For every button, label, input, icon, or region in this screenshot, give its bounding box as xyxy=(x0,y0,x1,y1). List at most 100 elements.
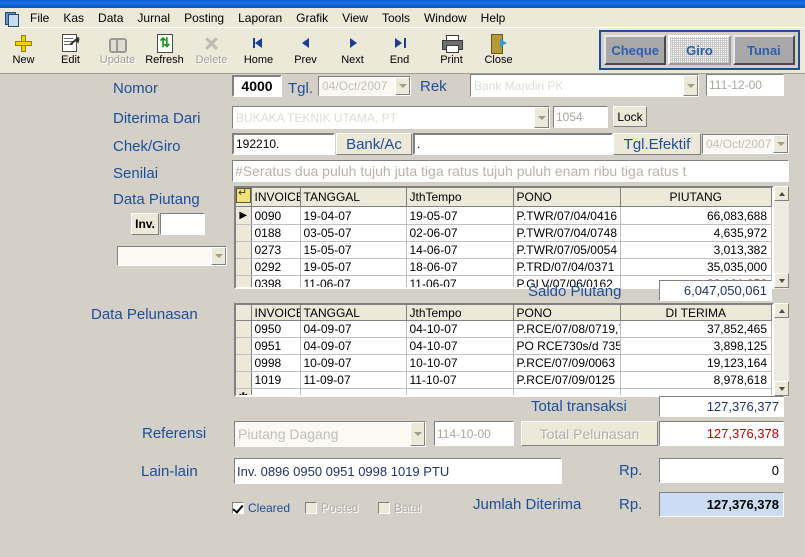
next-record-icon xyxy=(345,32,361,54)
print-button[interactable]: Print xyxy=(428,29,475,71)
referensi-account-field[interactable]: 114-10-00 xyxy=(434,421,514,446)
col-invoice[interactable]: INVOICE xyxy=(251,305,301,321)
close-button[interactable]: Close xyxy=(475,29,522,71)
scroll-down-icon[interactable] xyxy=(774,273,789,288)
chevron-down-icon[interactable] xyxy=(773,135,788,153)
new-button[interactable]: New xyxy=(0,29,47,71)
cell-pono[interactable] xyxy=(513,388,621,395)
tgl-date-picker[interactable]: 04/Oct/2007 xyxy=(318,76,411,96)
table-row[interactable]: 1019 11-09-07 11-10-07 P.RCE/07/09/0125 … xyxy=(236,371,772,389)
row-marker[interactable] xyxy=(236,258,252,276)
end-button[interactable]: End xyxy=(376,29,423,71)
piutang-filter-combo[interactable] xyxy=(117,246,227,266)
row-marker[interactable] xyxy=(236,337,252,355)
grid-select-all-box[interactable] xyxy=(236,305,252,321)
pelunasan-table-scrollbar[interactable] xyxy=(774,303,789,397)
pelunasan-table[interactable]: INVOICE TANGGAL JthTempo PONO DI TERIMA … xyxy=(234,303,774,397)
diterima-dari-combo[interactable]: BUKAKA TEKNIK UTAMA, PT xyxy=(232,106,550,129)
lock-button[interactable]: Lock xyxy=(613,106,647,127)
row-marker[interactable]: ▶ xyxy=(236,206,252,225)
col-piutang[interactable]: PIUTANG xyxy=(620,188,772,207)
rek-account-field[interactable]: 111-12-00 xyxy=(706,74,784,96)
menu-item-posting[interactable]: Posting xyxy=(177,9,231,27)
lain-lain-input[interactable]: Inv. 0896 0950 0951 0998 1019 PTU xyxy=(234,458,562,484)
menu-item-help[interactable]: Help xyxy=(474,9,513,27)
col-invoice[interactable]: INVOICE xyxy=(251,188,301,207)
mode-tunai-button[interactable]: Tunai xyxy=(732,35,795,65)
bank-ac-input[interactable]: . xyxy=(413,133,613,155)
col-tanggal[interactable]: TANGGAL xyxy=(300,188,407,207)
delete-button-label: Delete xyxy=(195,54,228,66)
row-marker[interactable] xyxy=(236,354,252,372)
chevron-down-icon[interactable] xyxy=(534,107,549,128)
menu-item-window[interactable]: Window xyxy=(417,9,474,27)
rek-bank-combo[interactable]: Bank Mandiri PK xyxy=(470,74,699,97)
referensi-combo[interactable]: Piutang Dagang xyxy=(234,421,426,447)
table-row[interactable]: 0188 03-05-07 02-06-07 P.TWR/07/04/0748 … xyxy=(236,224,772,242)
home-button[interactable]: Home xyxy=(235,29,282,71)
menu-item-grafik[interactable]: Grafik xyxy=(289,9,335,27)
cell-tanggal: 04-09-07 xyxy=(300,337,407,355)
window-system-icon[interactable] xyxy=(3,10,19,27)
refresh-button[interactable]: ⇅ Refresh xyxy=(141,29,188,71)
system-icon-page-front xyxy=(8,14,19,27)
cell-invoice: 0273 xyxy=(251,241,301,259)
tgl-efektif-date-picker[interactable]: 04/Oct/2007 xyxy=(702,134,789,154)
chevron-down-icon[interactable] xyxy=(683,75,698,96)
chevron-down-icon[interactable] xyxy=(395,77,410,95)
col-pono[interactable]: PONO xyxy=(513,305,621,321)
col-pono[interactable]: PONO xyxy=(513,188,621,207)
row-marker[interactable] xyxy=(236,241,252,259)
col-tanggal[interactable]: TANGGAL xyxy=(300,305,407,321)
senilai-terbilang-input[interactable]: #Seratus dua puluh tujuh juta tiga ratus… xyxy=(232,160,789,182)
cell-tanggal[interactable] xyxy=(300,388,407,395)
inv-input[interactable] xyxy=(160,213,205,235)
cell-invoice[interactable] xyxy=(251,388,301,395)
menu-item-tools[interactable]: Tools xyxy=(375,9,417,27)
chek-giro-input[interactable]: 192210. xyxy=(232,133,335,155)
mode-cheque-button[interactable]: Cheque xyxy=(604,35,667,65)
table-row[interactable]: 0951 04-09-07 04-10-07 PO RCE730s/d 735,… xyxy=(236,337,772,355)
new-row-marker[interactable]: ✱ xyxy=(236,388,252,395)
row-marker[interactable] xyxy=(236,275,252,287)
grid-select-all-box[interactable] xyxy=(236,188,252,207)
nomor-input[interactable]: 4000 xyxy=(232,75,282,97)
rp-input[interactable]: 0 xyxy=(659,458,784,483)
table-row[interactable]: 0998 10-09-07 10-10-07 P.RCE/07/09/0063 … xyxy=(236,354,772,372)
menu-item-kas[interactable]: Kas xyxy=(56,9,91,27)
table-row[interactable]: 0292 19-05-07 18-06-07 P.TRD/07/04/0371 … xyxy=(236,258,772,276)
scroll-down-icon[interactable] xyxy=(774,381,789,396)
prev-button[interactable]: Prev xyxy=(282,29,329,71)
row-marker[interactable] xyxy=(236,320,252,338)
row-marker[interactable] xyxy=(236,224,252,242)
piutang-table[interactable]: INVOICE TANGGAL JthTempo PONO PIUTANG ▶ … xyxy=(234,186,774,289)
cell-jthtempo[interactable] xyxy=(406,388,514,395)
menu-item-data[interactable]: Data xyxy=(91,9,130,27)
chevron-down-icon[interactable] xyxy=(410,422,425,446)
menu-item-view[interactable]: View xyxy=(335,9,375,27)
scroll-up-icon[interactable] xyxy=(774,186,789,201)
row-marker[interactable] xyxy=(236,371,252,389)
col-diterima[interactable]: DI TERIMA xyxy=(620,305,772,321)
col-jthtempo[interactable]: JthTempo xyxy=(406,305,514,321)
menu-item-jurnal[interactable]: Jurnal xyxy=(130,9,177,27)
scroll-track[interactable] xyxy=(774,318,789,381)
scroll-up-icon[interactable] xyxy=(774,303,789,318)
chevron-down-icon[interactable] xyxy=(211,247,226,265)
table-row[interactable]: ▶ 0090 19-04-07 19-05-07 P.TWR/07/04/041… xyxy=(236,206,772,225)
piutang-table-scrollbar[interactable] xyxy=(774,186,789,289)
col-jthtempo[interactable]: JthTempo xyxy=(406,188,514,207)
refresh-button-label: Refresh xyxy=(145,54,184,66)
edit-button[interactable]: Edit xyxy=(47,29,94,71)
batal-checkbox: Batal xyxy=(378,500,421,516)
cleared-checkbox[interactable]: Cleared xyxy=(232,500,290,516)
scroll-track[interactable] xyxy=(774,201,789,273)
next-button[interactable]: Next xyxy=(329,29,376,71)
table-row[interactable]: 0950 04-09-07 04-10-07 P.RCE/07/08/0719,… xyxy=(236,320,772,338)
menu-item-laporan[interactable]: Laporan xyxy=(231,9,289,27)
mode-giro-button[interactable]: Giro xyxy=(668,35,731,65)
table-row[interactable]: 0273 15-05-07 14-06-07 P.TWR/07/05/0054 … xyxy=(236,241,772,259)
customer-code-field[interactable]: 1054 xyxy=(553,106,608,128)
checkbox-checked-icon[interactable] xyxy=(232,502,244,514)
menu-item-file[interactable]: File xyxy=(23,9,56,27)
